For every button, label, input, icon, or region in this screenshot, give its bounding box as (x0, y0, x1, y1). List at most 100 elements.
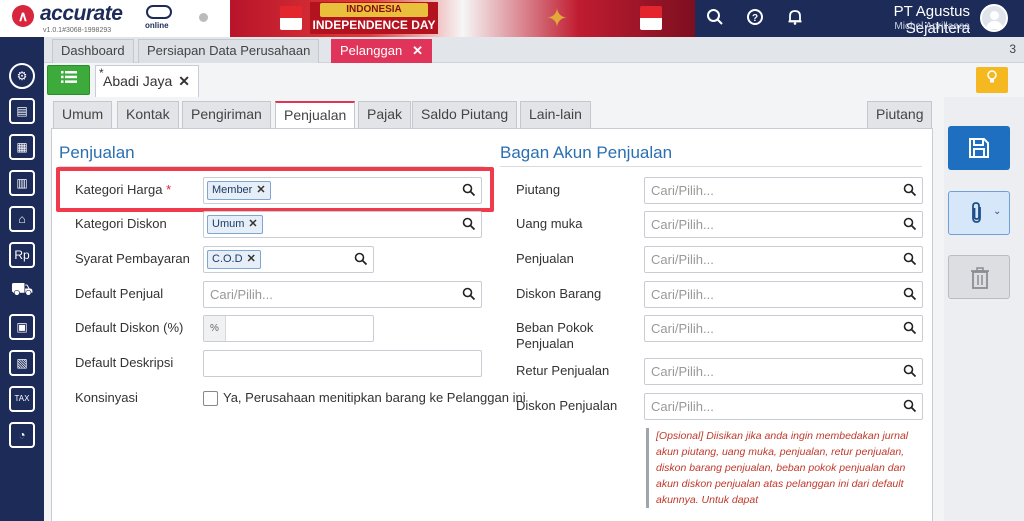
sidebar: ⚙ ▤ ▦ ▥ ⌂ Rp ⛟ ▣ ▧ TAX ◔ (0, 37, 44, 521)
akun-uang-muka-field[interactable]: Cari/Pilih... (644, 211, 923, 238)
chevron-down-icon[interactable]: ⌄ (993, 206, 1001, 217)
optional-note: [Opsional] Diisikan jika anda ingin memb… (646, 428, 916, 508)
default-penjual-field[interactable]: Cari/Pilih... (203, 281, 482, 308)
akun-penjualan-label: Penjualan (516, 251, 574, 266)
akun-diskon-barang-field[interactable]: Cari/Pilih... (644, 281, 923, 308)
tab-lain-lain[interactable]: Lain-lain (520, 101, 591, 128)
bank-icon[interactable]: ⌂ (9, 206, 35, 232)
tab-pajak[interactable]: Pajak (358, 101, 412, 128)
search-icon[interactable] (705, 8, 725, 28)
tab-piutang[interactable]: Piutang (867, 101, 933, 128)
default-deskripsi-field[interactable] (203, 350, 482, 377)
search-icon[interactable] (903, 217, 917, 231)
search-icon[interactable] (903, 399, 917, 413)
list-view-button[interactable] (47, 65, 90, 95)
logo-area[interactable]: ∧ accurate online v1.0.1#3068-1998293 (0, 0, 230, 37)
money-bag-icon[interactable]: Rp (9, 242, 35, 268)
syarat-pembayaran-field[interactable]: C.O.D ✕ (203, 246, 374, 273)
tab-pelanggan[interactable]: Pelanggan ✕ (331, 39, 433, 63)
delete-button[interactable] (948, 255, 1010, 299)
chip-umum: Umum ✕ (207, 215, 263, 234)
cart-icon[interactable]: ⛟ (9, 278, 35, 304)
independence-banner: INDONESIA INDEPENDENCE DAY ✦ (230, 0, 695, 37)
lightbulb-icon (987, 70, 997, 83)
user-name: Michel Aprillaaaa (894, 21, 970, 32)
search-icon[interactable] (903, 287, 917, 301)
doc-toolbar: * Abadi Jaya ✕ (44, 63, 1024, 97)
bell-icon[interactable] (785, 8, 805, 28)
konsinyasi-checkbox[interactable] (203, 391, 218, 406)
akun-piutang-field[interactable]: Cari/Pilih... (644, 177, 923, 204)
tab-umum[interactable]: Umum (53, 101, 113, 128)
module-tabs: Dashboard Persiapan Data Perusahaan Pela… (44, 37, 1024, 63)
report-icon[interactable]: ◔ (9, 422, 35, 448)
inbox-icon[interactable]: ▤ (9, 98, 35, 124)
akun-retur-penjualan-field[interactable]: Cari/Pilih... (644, 358, 923, 385)
default-penjual-label: Default Penjual (75, 286, 164, 301)
search-icon[interactable] (903, 364, 917, 378)
tab-count[interactable]: 3 (1009, 42, 1016, 56)
section-title-penjualan: Penjualan (59, 143, 135, 162)
unsaved-marker: * (99, 66, 104, 80)
akun-uang-muka-label: Uang muka (516, 216, 583, 231)
remove-chip-icon[interactable]: ✕ (248, 218, 257, 230)
app-sub: online (145, 21, 169, 30)
tab-pengiriman[interactable]: Pengiriman (182, 101, 271, 128)
ledger-icon[interactable]: ▥ (9, 170, 35, 196)
tab-saldo-piutang[interactable]: Saldo Piutang (412, 101, 518, 128)
search-icon[interactable] (903, 321, 917, 335)
percent-prefix: % (204, 316, 226, 341)
section-title-bagan-akun: Bagan Akun Penjualan (500, 143, 673, 162)
search-icon[interactable] (462, 217, 476, 231)
akun-penjualan-field[interactable]: Cari/Pilih... (644, 246, 923, 273)
save-button[interactable] (948, 126, 1010, 170)
help-icon[interactable]: ? (745, 8, 765, 28)
search-icon[interactable] (903, 252, 917, 266)
search-icon[interactable] (903, 183, 917, 197)
cloud-icon (146, 5, 172, 19)
avatar[interactable] (980, 4, 1008, 32)
status-dot-icon (199, 13, 208, 22)
placeholder-text: Cari/Pilih... (210, 287, 273, 302)
akun-diskon-penjualan-field[interactable]: Cari/Pilih... (644, 393, 923, 420)
kategori-diskon-label: Kategori Diskon (75, 216, 167, 231)
flag-icon (640, 6, 662, 30)
akun-beban-pokok-label: Beban Pokok Penjualan (516, 320, 594, 351)
inventory-icon[interactable]: ▧ (9, 350, 35, 376)
app-version: v1.0.1#3068-1998293 (43, 27, 112, 34)
akun-diskon-barang-label: Diskon Barang (516, 286, 602, 301)
tax-icon[interactable]: TAX (9, 386, 35, 412)
remove-chip-icon[interactable]: ✕ (247, 253, 256, 265)
tab-dashboard[interactable]: Dashboard (52, 39, 134, 63)
save-icon (969, 138, 989, 158)
default-deskripsi-label: Default Deskripsi (75, 355, 174, 370)
search-icon[interactable] (462, 287, 476, 301)
akun-beban-pokok-field[interactable]: Cari/Pilih... (644, 315, 923, 342)
attach-button[interactable]: ⌄ (948, 191, 1010, 235)
tab-persiapan-data[interactable]: Persiapan Data Perusahaan (138, 39, 320, 63)
garuda-icon: ✦ (546, 3, 568, 33)
app-name: accurate (40, 2, 123, 25)
search-icon[interactable] (354, 252, 368, 266)
default-diskon-label: Default Diskon (%) (75, 320, 184, 335)
company-icon[interactable]: ▦ (9, 134, 35, 160)
settings-icon[interactable]: ⚙ (9, 63, 35, 89)
tab-penjualan[interactable]: Penjualan (275, 101, 356, 130)
banner-title: INDONESIA INDEPENDENCE DAY (310, 2, 438, 34)
default-diskon-field[interactable]: % (203, 315, 374, 342)
kategori-diskon-field[interactable]: Umum ✕ (203, 211, 482, 238)
konsinyasi-label: Konsinyasi (75, 390, 138, 405)
close-icon[interactable]: ✕ (178, 66, 190, 96)
purchase-icon[interactable]: ▣ (9, 314, 35, 340)
banner-line1: INDONESIA (320, 3, 428, 17)
trash-icon (971, 267, 989, 289)
chip-cod: C.O.D ✕ (207, 250, 261, 269)
highlight-box (56, 167, 494, 212)
close-icon[interactable]: ✕ (412, 43, 423, 58)
top-bar: ∧ accurate online v1.0.1#3068-1998293 IN… (0, 0, 1024, 37)
tips-button[interactable] (976, 67, 1008, 93)
doc-tab-abadi-jaya[interactable]: * Abadi Jaya ✕ (95, 65, 199, 97)
tab-kontak[interactable]: Kontak (117, 101, 179, 128)
doc-tab-label: Abadi Jaya (103, 73, 173, 89)
konsinyasi-option-label[interactable]: Ya, Perusahaan menitipkan barang ke Pela… (223, 390, 526, 406)
